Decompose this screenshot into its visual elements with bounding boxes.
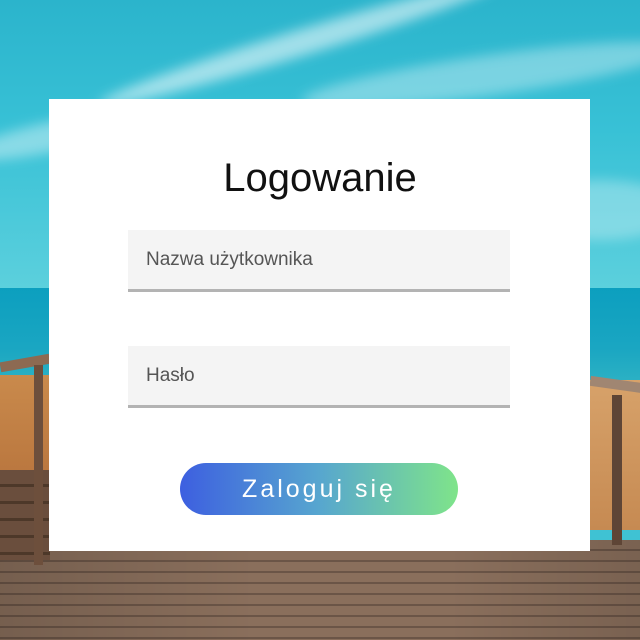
- background-railing-post-right: [612, 395, 622, 545]
- login-title: Logowanie: [223, 156, 417, 200]
- login-button[interactable]: Zaloguj się: [180, 463, 458, 515]
- username-input[interactable]: [128, 230, 510, 292]
- login-page: Logowanie Zaloguj się: [0, 0, 640, 640]
- password-input[interactable]: [128, 346, 510, 408]
- background-railing-post-left: [34, 365, 43, 565]
- background-boardwalk-shade: [0, 540, 640, 640]
